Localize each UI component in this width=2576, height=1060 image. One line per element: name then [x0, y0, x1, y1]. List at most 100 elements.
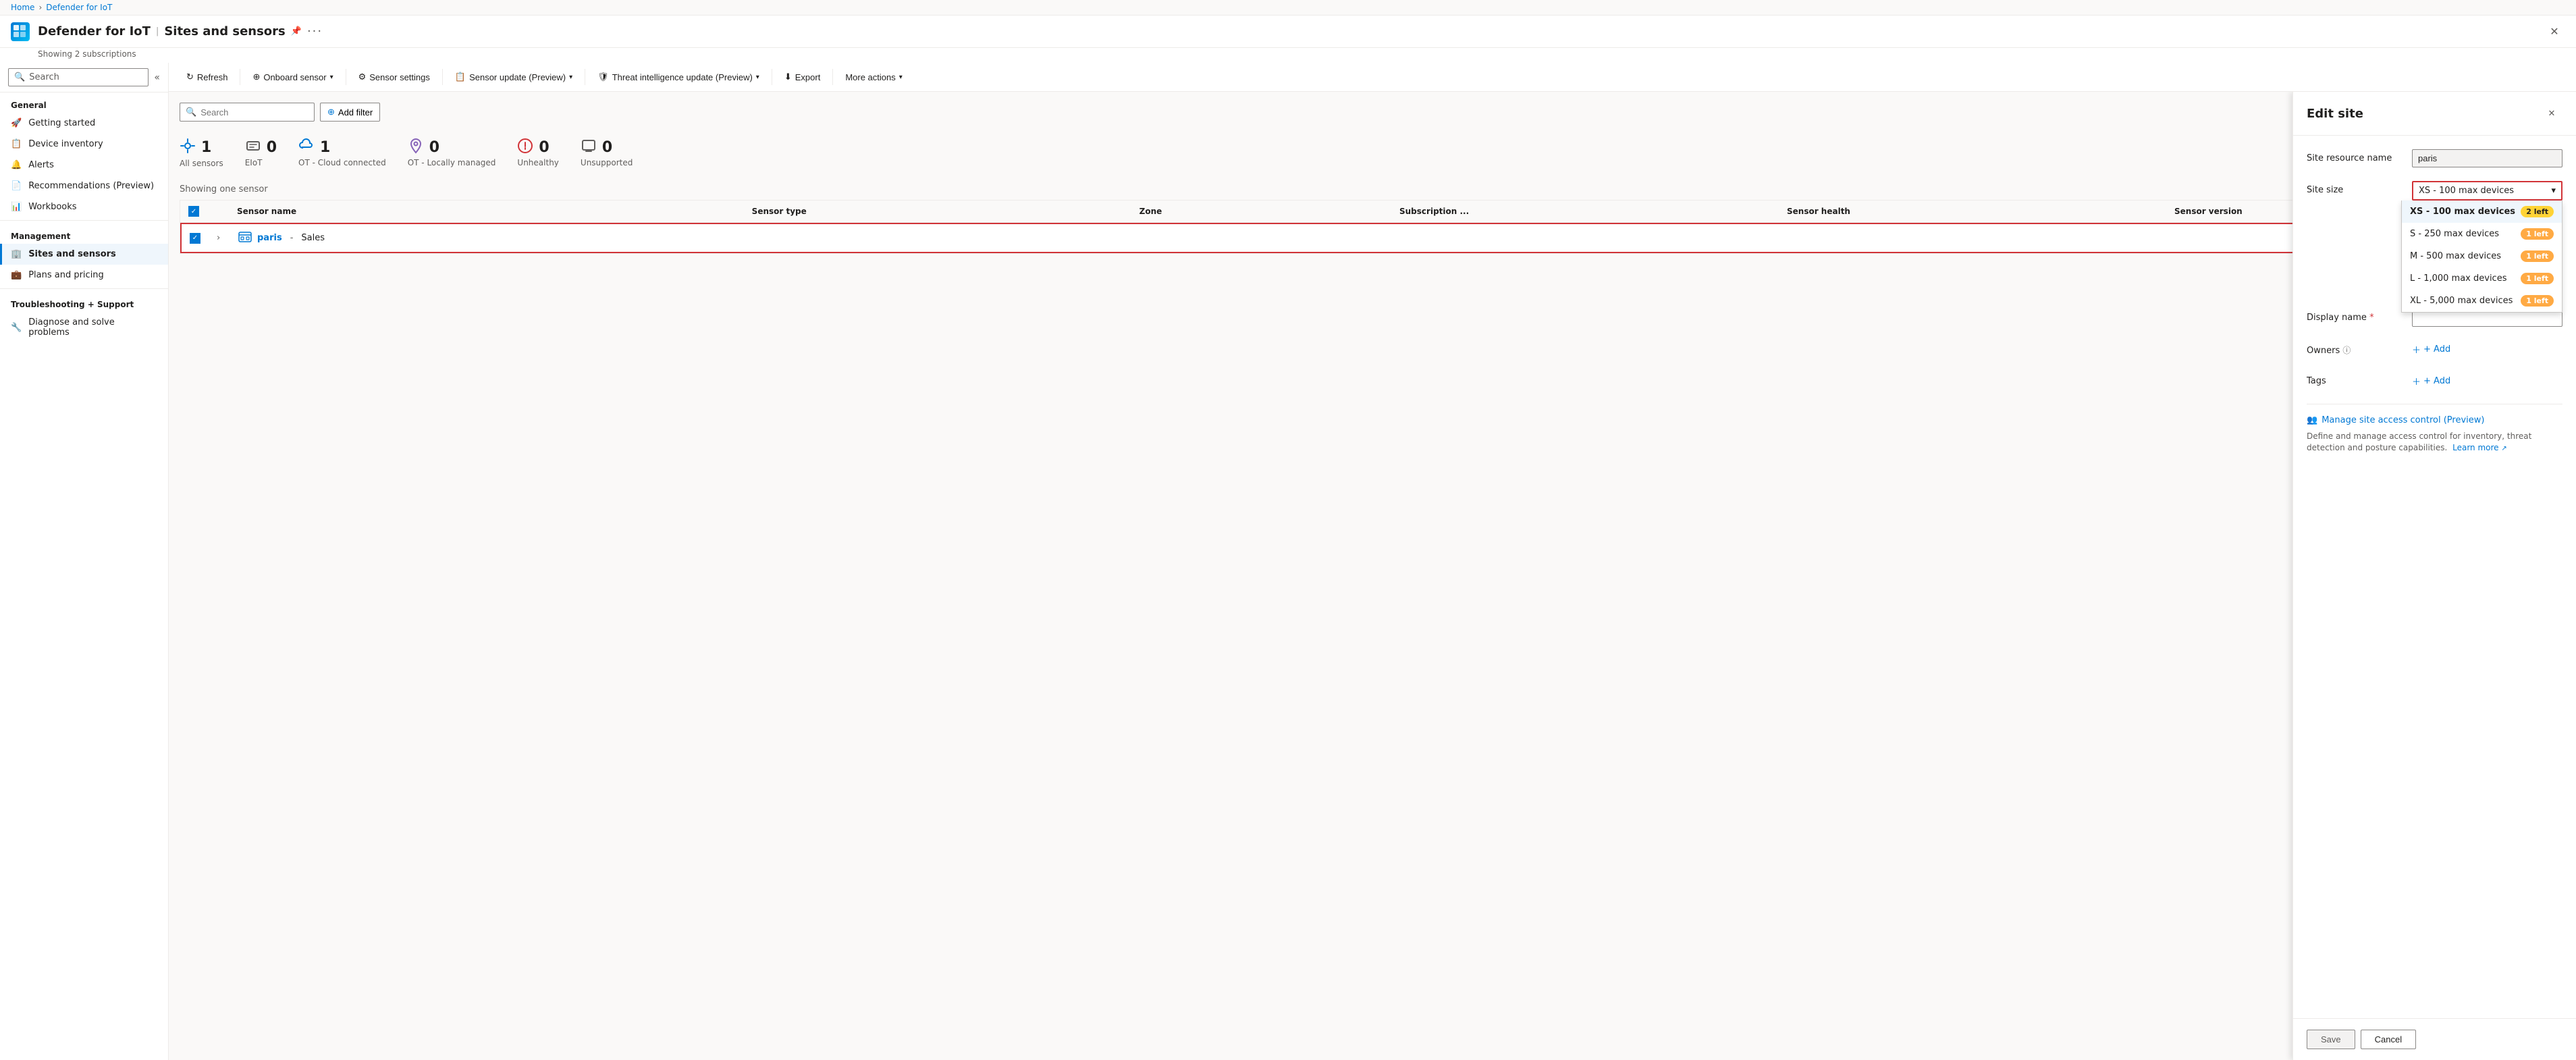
add-owner-icon: ＋ — [2412, 343, 2421, 356]
onboard-sensor-button[interactable]: ⊕ Onboard sensor ▾ — [246, 68, 340, 86]
threat-label: Threat intelligence update (Preview) — [612, 72, 753, 82]
sidebar-item-plans-pricing[interactable]: 💼 Plans and pricing — [0, 265, 168, 286]
tags-row: Tags ＋ + Add — [2307, 372, 2562, 390]
more-actions-button[interactable]: More actions ▾ — [838, 69, 909, 86]
ot-cloud-icon — [298, 138, 315, 157]
filter-search-icon: 🔍 — [186, 107, 196, 117]
stat-ot-cloud[interactable]: 1 OT - Cloud connected — [298, 138, 386, 168]
learn-more-link[interactable]: Learn more — [2452, 443, 2498, 452]
sensor-table: ✓ Sensor name Sensor type Zone Subscript… — [180, 200, 2565, 254]
resource-name-input[interactable] — [2412, 149, 2562, 167]
update-caret-icon: ▾ — [569, 74, 572, 81]
sidebar-recommendations-label: Recommendations (Preview) — [28, 181, 154, 191]
close-button[interactable]: ✕ — [2544, 21, 2565, 43]
add-tag-button[interactable]: ＋ + Add — [2412, 372, 2562, 390]
diagnose-icon: 🔧 — [11, 323, 22, 333]
more-options-icon[interactable]: ··· — [307, 24, 323, 38]
manage-access-link[interactable]: 👥 Manage site access control (Preview) — [2307, 415, 2562, 425]
export-icon: ⬇ — [784, 72, 792, 82]
breadcrumb: Home › Defender for IoT — [0, 0, 2576, 16]
sensor-update-button[interactable]: 📋 Sensor update (Preview) ▾ — [448, 68, 579, 86]
support-section-label: Troubleshooting + Support — [0, 292, 168, 312]
unsupported-icon — [581, 138, 597, 157]
panel-header: Edit site ✕ — [2293, 92, 2576, 136]
sidebar-item-getting-started[interactable]: 🚀 Getting started — [0, 113, 168, 134]
sidebar-item-workbooks[interactable]: 📊 Workbooks — [0, 196, 168, 217]
unhealthy-icon — [517, 138, 533, 157]
site-name: paris — [257, 233, 282, 243]
stat-ot-local[interactable]: 0 OT - Locally managed — [408, 138, 496, 168]
filter-bar: 🔍 ⊕ Add filter — [180, 103, 2565, 122]
showing-label: Showing one sensor — [180, 184, 2565, 194]
size-option-xl[interactable]: XL - 5,000 max devices 1 left — [2402, 290, 2562, 312]
alerts-icon: 🔔 — [11, 160, 22, 170]
panel-close-button[interactable]: ✕ — [2541, 103, 2562, 124]
stat-unhealthy[interactable]: 0 Unhealthy — [517, 138, 558, 168]
sidebar-search-input[interactable]: 🔍 Search — [8, 68, 149, 86]
cancel-button[interactable]: Cancel — [2361, 1030, 2416, 1049]
add-owner-button[interactable]: ＋ + Add — [2412, 340, 2562, 359]
sites-sensors-icon: 🏢 — [11, 249, 22, 259]
refresh-button[interactable]: ↻ Refresh — [180, 68, 234, 86]
site-row[interactable]: ✓ › pari — [180, 223, 2565, 253]
page-title: Defender for IoT — [38, 24, 151, 38]
export-button[interactable]: ⬇ Export — [778, 68, 827, 86]
sidebar-item-sites-sensors[interactable]: 🏢 Sites and sensors — [0, 244, 168, 265]
management-section-label: Management — [0, 223, 168, 244]
stat-all-sensors[interactable]: 1 All sensors — [180, 138, 223, 168]
workbooks-icon: 📊 — [11, 202, 22, 212]
sidebar-plans-pricing-label: Plans and pricing — [28, 270, 104, 280]
stat-elot[interactable]: 0 EIoT — [245, 138, 277, 168]
col-zone: Zone — [1139, 207, 1394, 216]
expand-icon[interactable]: › — [217, 233, 233, 243]
display-name-label: Display name * — [2307, 309, 2401, 323]
sidebar-item-alerts[interactable]: 🔔 Alerts — [0, 155, 168, 176]
select-all-checkbox[interactable]: ✓ — [188, 206, 199, 217]
size-option-xs[interactable]: XS - 100 max devices 2 left — [2402, 201, 2562, 223]
size-option-s[interactable]: S - 250 max devices 1 left — [2402, 223, 2562, 245]
tags-label: Tags — [2307, 372, 2401, 386]
site-size-select[interactable]: XS - 100 max devices ▾ — [2412, 181, 2562, 201]
size-xl-badge: 1 left — [2521, 295, 2554, 307]
all-sensors-icon — [180, 138, 196, 157]
filter-search[interactable]: 🔍 — [180, 103, 315, 122]
stat-unsupported[interactable]: 0 Unsupported — [581, 138, 633, 168]
onboard-icon: ⊕ — [252, 72, 260, 82]
sidebar-item-recommendations[interactable]: 📄 Recommendations (Preview) — [0, 176, 168, 196]
threat-intelligence-button[interactable]: 🛡 Threat intelligence update (Preview) ▾ — [591, 68, 766, 86]
add-tag-label: + Add — [2423, 376, 2450, 386]
unsupported-count: 0 — [602, 139, 612, 156]
size-xl-label: XL - 5,000 max devices — [2410, 296, 2513, 306]
size-m-badge: 1 left — [2521, 250, 2554, 262]
sidebar-item-device-inventory[interactable]: 📋 Device inventory — [0, 134, 168, 155]
collapse-icon[interactable]: « — [154, 72, 160, 83]
add-filter-button[interactable]: ⊕ Add filter — [320, 103, 380, 122]
all-sensors-count: 1 — [201, 139, 211, 156]
size-xs-label: XS - 100 max devices — [2410, 207, 2515, 217]
owners-info-icon[interactable]: ⓘ — [2342, 346, 2351, 355]
ot-cloud-label: OT - Cloud connected — [298, 158, 386, 167]
update-icon: 📋 — [455, 72, 466, 82]
sidebar-item-diagnose[interactable]: 🔧 Diagnose and solve problems — [0, 312, 168, 343]
site-row-checkbox[interactable]: ✓ — [190, 233, 200, 244]
manage-access-section: 👥 Manage site access control (Preview) D… — [2307, 404, 2562, 454]
size-option-m[interactable]: M - 500 max devices 1 left — [2402, 245, 2562, 267]
ot-cloud-count: 1 — [320, 139, 330, 156]
stats-row: 1 All sensors 0 EIoT — [180, 132, 2565, 174]
size-s-badge: 1 left — [2521, 228, 2554, 240]
size-l-label: L - 1,000 max devices — [2410, 273, 2506, 284]
sidebar-device-inventory-label: Device inventory — [28, 139, 103, 149]
onboard-label: Onboard sensor — [263, 72, 326, 82]
table-header: ✓ Sensor name Sensor type Zone Subscript… — [180, 201, 2565, 223]
filter-search-input[interactable] — [200, 107, 308, 117]
sensor-settings-button[interactable]: ⚙ Sensor settings — [352, 68, 437, 86]
size-s-label: S - 250 max devices — [2410, 229, 2499, 239]
dropdown-caret-icon: ▾ — [2551, 186, 2556, 196]
save-button[interactable]: Save — [2307, 1030, 2355, 1049]
size-option-l[interactable]: L - 1,000 max devices 1 left — [2402, 267, 2562, 290]
breadcrumb-home[interactable]: Home — [11, 3, 34, 12]
panel-footer: Save Cancel — [2293, 1018, 2576, 1060]
pin-icon[interactable]: 📌 — [291, 26, 302, 36]
more-actions-caret-icon: ▾ — [899, 74, 903, 81]
elot-count: 0 — [267, 139, 277, 156]
